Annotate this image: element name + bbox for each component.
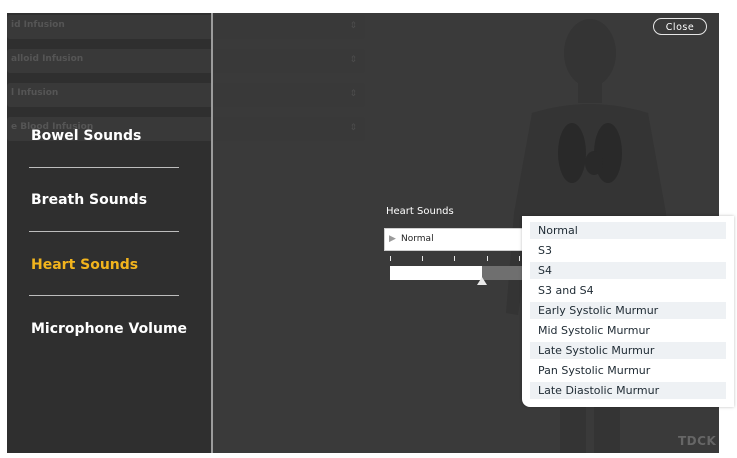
dropdown-option[interactable]: Late Systolic Murmur <box>530 342 726 359</box>
volume-tick <box>454 256 455 261</box>
heart-sounds-dropdown: Normal S3 S4 S3 and S4 Early Systolic Mu… <box>522 216 734 407</box>
heart-sounds-label: Heart Sounds <box>386 206 454 217</box>
up-down-arrows-icon: ⇕ <box>349 89 357 99</box>
dropdown-option[interactable]: S3 <box>530 242 726 259</box>
close-button[interactable]: Close <box>653 18 707 35</box>
up-down-arrows-icon: ⇕ <box>349 55 357 65</box>
volume-slider[interactable] <box>390 266 522 285</box>
volume-tick <box>487 256 488 261</box>
sidebar-item-bowel-sounds[interactable]: Bowel Sounds <box>31 128 141 144</box>
volume-slider-fill <box>390 266 482 280</box>
up-down-arrows-icon: ⇕ <box>349 123 357 133</box>
dropdown-option[interactable]: Late Diastolic Murmur <box>530 382 726 399</box>
heart-sounds-selected-value: Normal <box>401 234 434 244</box>
dropdown-option[interactable]: Normal <box>530 222 726 239</box>
sidebar-menu: Bowel Sounds Breath Sounds Heart Sounds … <box>7 13 212 453</box>
volume-tick <box>390 256 391 261</box>
heart-sounds-select[interactable]: ▶ Normal <box>384 228 527 251</box>
dropdown-option[interactable]: Mid Systolic Murmur <box>530 322 726 339</box>
up-down-arrows-icon: ⇕ <box>349 21 357 31</box>
volume-tick <box>519 256 520 261</box>
watermark-logo: TDCK <box>678 434 717 448</box>
volume-ticks <box>390 256 524 262</box>
menu-separator <box>29 231 179 232</box>
dropdown-option[interactable]: S3 and S4 <box>530 282 726 299</box>
menu-separator <box>29 167 179 168</box>
menu-separator <box>29 295 179 296</box>
sidebar-item-breath-sounds[interactable]: Breath Sounds <box>31 192 147 208</box>
triangle-right-icon: ▶ <box>389 234 396 244</box>
sidebar-item-heart-sounds[interactable]: Heart Sounds <box>31 257 138 273</box>
sidebar-item-microphone-volume[interactable]: Microphone Volume <box>31 321 187 337</box>
dropdown-option[interactable]: Early Systolic Murmur <box>530 302 726 319</box>
sidebar-divider <box>211 13 213 453</box>
triangle-up-icon[interactable] <box>477 277 487 285</box>
volume-tick <box>422 256 423 261</box>
dropdown-option[interactable]: S4 <box>530 262 726 279</box>
dropdown-option[interactable]: Pan Systolic Murmur <box>530 362 726 379</box>
